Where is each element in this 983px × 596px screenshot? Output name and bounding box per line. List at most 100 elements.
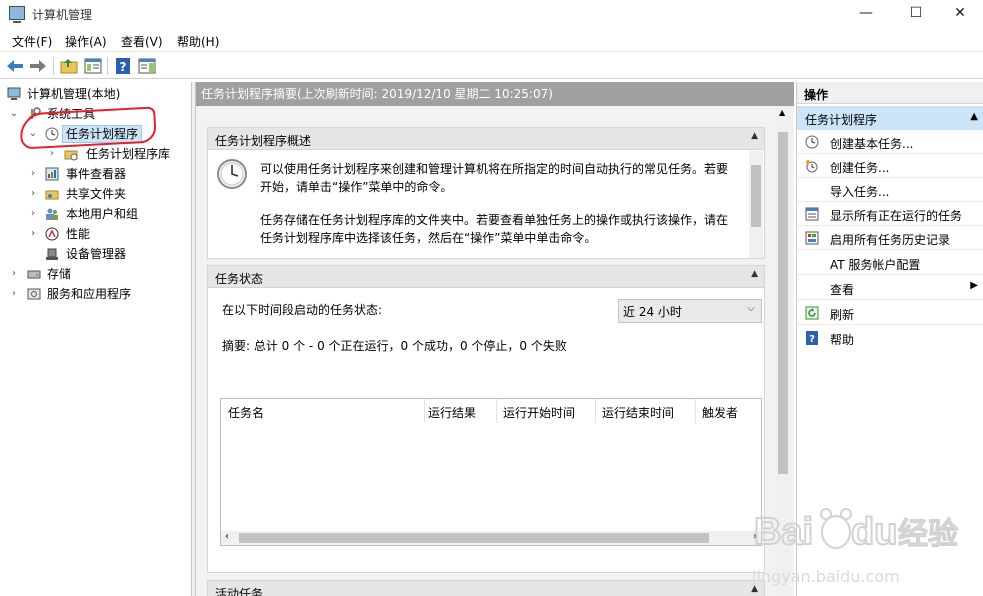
action-label: 创建任务...	[830, 161, 890, 175]
action-label: 刷新	[830, 308, 855, 322]
chevron-right-icon[interactable]: ›	[9, 284, 19, 304]
submenu-arrow-icon: ▶	[970, 280, 978, 291]
create-task-icon	[805, 159, 819, 173]
tree-label: 系统工具	[47, 107, 96, 121]
refresh-icon	[805, 306, 819, 320]
period-select-value: 近 24 小时	[623, 305, 682, 319]
menu-help[interactable]: 帮助(H)	[177, 33, 219, 50]
chevron-right-icon[interactable]: ›	[28, 224, 38, 244]
collapse-icon[interactable]: ▲	[751, 584, 758, 594]
overview-text-4: 任务计划程序库中选择该任务，然后在“操作”菜单中单击命令。	[260, 231, 597, 245]
overview-header[interactable]: 任务计划程序概述 ▲	[208, 128, 764, 150]
overview-text-1: 可以使用任务计划程序来创建和管理计算机将在所指定的时间自动执行的常见任务。若要	[260, 162, 729, 176]
action-at-service-config[interactable]: AT 服务帐户配置	[797, 251, 983, 275]
help-icon[interactable]: ?	[113, 56, 133, 76]
create-basic-task-icon	[805, 135, 819, 149]
summary-header: 任务计划程序摘要(上次刷新时间: 2019/12/10 星期二 10:25:07…	[196, 82, 794, 106]
forward-arrow-icon[interactable]	[28, 56, 48, 76]
table-horizontal-scrollbar[interactable]: ‹ ›	[221, 531, 761, 545]
history-icon	[805, 231, 819, 245]
scrollbar-thumb[interactable]	[751, 165, 761, 227]
period-label: 在以下时间段启动的任务状态:	[222, 303, 383, 317]
summary-scrollbar[interactable]: ▲	[776, 106, 790, 596]
event-viewer-icon	[45, 167, 59, 181]
overview-scrollbar[interactable]	[749, 151, 763, 258]
chevron-right-icon[interactable]: ›	[28, 184, 38, 204]
performance-icon	[45, 227, 59, 241]
chevron-down-icon[interactable]: ⌄	[9, 104, 19, 124]
column-task-name[interactable]: 任务名	[221, 399, 425, 423]
clock-icon	[216, 158, 248, 190]
action-label: 导入任务...	[830, 185, 890, 199]
task-status-content: 在以下时间段启动的任务状态: 近 24 小时 ⌵ 摘要: 总计 0 个 - 0 …	[208, 288, 764, 572]
folder-clock-icon	[64, 147, 78, 161]
column-triggered-by[interactable]: 触发者	[695, 399, 761, 423]
tree-label: 计算机管理(本地)	[27, 87, 121, 101]
scroll-right-icon[interactable]: ›	[753, 531, 757, 542]
scroll-left-icon[interactable]: ‹	[225, 531, 229, 542]
collapse-icon[interactable]: ▲	[751, 269, 758, 279]
collapse-icon[interactable]: ▲	[970, 111, 978, 122]
action-create-basic-task[interactable]: 创建基本任务...	[797, 130, 983, 154]
task-status-table: 任务名 运行结果 运行开始时间 运行结束时间 触发者 ‹ ›	[220, 398, 762, 546]
action-create-task[interactable]: 创建任务...	[797, 154, 983, 178]
action-label: 创建基本任务...	[830, 137, 914, 151]
toolbar-separator	[53, 57, 54, 75]
task-status-header[interactable]: 任务状态 ▲	[208, 266, 764, 288]
tree-label: 设备管理器	[66, 247, 127, 261]
computer-management-icon	[7, 87, 21, 101]
scrollbar-thumb[interactable]	[239, 533, 709, 543]
collapse-icon[interactable]: ▲	[751, 131, 758, 141]
column-run-result[interactable]: 运行结果	[421, 399, 497, 423]
scrollbar-thumb[interactable]	[778, 132, 788, 474]
task-status-title: 任务状态	[215, 272, 264, 286]
action-label: 帮助	[830, 333, 855, 347]
shared-folder-icon	[45, 187, 59, 201]
chevron-right-icon[interactable]: ›	[28, 164, 38, 184]
menu-bar: 文件(F) 操作(A) 查看(V) 帮助(H)	[0, 30, 983, 52]
toolbar: ?	[0, 53, 983, 79]
maximize-button[interactable]: ☐	[893, 0, 939, 28]
overview-section: 任务计划程序概述 ▲ 可以使用任务计划程序来创建和管理计算机将在所指定的时间自动…	[207, 127, 765, 259]
minimize-button[interactable]: —	[843, 0, 889, 28]
action-refresh[interactable]: 刷新	[797, 301, 983, 325]
chevron-right-icon[interactable]: ›	[9, 264, 19, 284]
scroll-up-icon[interactable]: ▲	[779, 108, 785, 117]
period-select[interactable]: 近 24 小时 ⌵	[618, 299, 762, 323]
active-tasks-title: 活动任务	[215, 587, 264, 596]
tree-label: 事件查看器	[66, 167, 127, 181]
chevron-down-icon: ⌵	[747, 303, 755, 314]
actions-group-header[interactable]: 任务计划程序 ▲	[797, 106, 983, 130]
title-bar: 计算机管理 — ☐ ✕	[0, 0, 983, 28]
tools-icon	[27, 107, 41, 121]
tree-label: 存储	[47, 267, 72, 281]
chevron-right-icon[interactable]: ›	[28, 204, 38, 224]
table-header: 任务名 运行结果 运行开始时间 运行结束时间 触发者	[221, 399, 761, 423]
menu-view[interactable]: 查看(V)	[121, 33, 163, 50]
action-help[interactable]: ? 帮助	[797, 326, 983, 350]
back-arrow-icon[interactable]	[5, 56, 25, 76]
overview-text-2: 开始，请单击“操作”菜单中的命令。	[260, 180, 453, 194]
column-run-end[interactable]: 运行结束时间	[595, 399, 696, 423]
chevron-down-icon[interactable]: ⌄	[28, 124, 38, 144]
menu-action[interactable]: 操作(A)	[65, 33, 107, 50]
up-folder-icon[interactable]	[59, 56, 79, 76]
actions-group-label: 任务计划程序	[805, 113, 878, 127]
column-run-start[interactable]: 运行开始时间	[496, 399, 596, 423]
show-hide-tree-icon[interactable]	[83, 56, 103, 76]
close-button[interactable]: ✕	[937, 0, 983, 28]
svg-text:?: ?	[120, 60, 127, 74]
active-tasks-header[interactable]: 活动任务 ▲	[208, 581, 764, 596]
show-action-pane-icon[interactable]	[137, 56, 157, 76]
action-view[interactable]: 查看 ▶	[797, 276, 983, 300]
clock-icon	[45, 127, 59, 141]
action-show-running-tasks[interactable]: 显示所有正在运行的任务	[797, 202, 983, 226]
chevron-right-icon[interactable]: ›	[47, 144, 57, 164]
action-enable-history[interactable]: 启用所有任务历史记录	[797, 226, 983, 250]
menu-file[interactable]: 文件(F)	[12, 33, 52, 50]
status-summary: 摘要: 总计 0 个 - 0 个正在运行，0 个成功，0 个停止，0 个失败	[222, 339, 567, 353]
toolbar-separator	[107, 57, 108, 75]
tree-label: 性能	[66, 227, 91, 241]
active-tasks-section: 活动任务 ▲	[207, 580, 765, 596]
action-import-task[interactable]: 导入任务...	[797, 178, 983, 202]
